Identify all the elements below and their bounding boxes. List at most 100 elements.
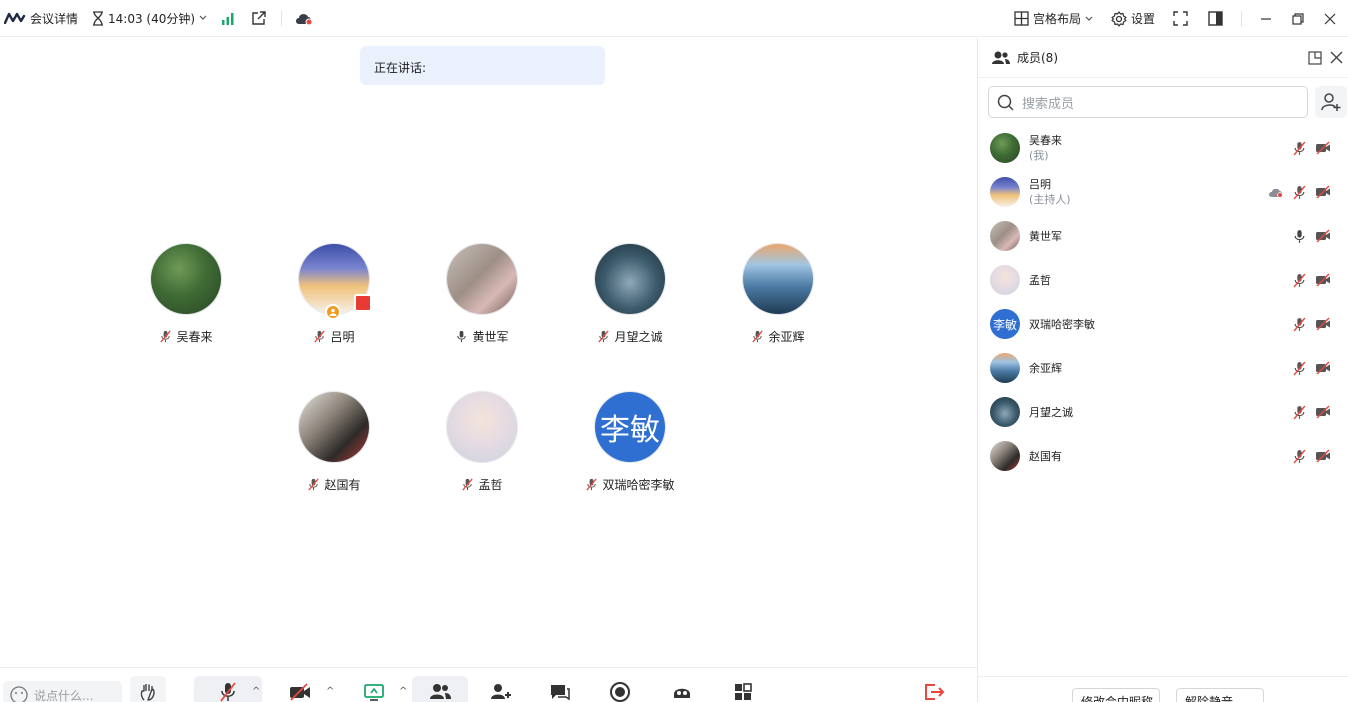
avatar: [447, 244, 517, 314]
close-panel-icon[interactable]: [1330, 51, 1343, 64]
popout-icon[interactable]: [1308, 51, 1322, 65]
member-list-item[interactable]: 赵国有: [978, 434, 1348, 478]
members-icon: [428, 682, 452, 702]
mic-off-icon: [461, 478, 474, 491]
avatar: [990, 353, 1020, 383]
member-list-item[interactable]: 吕明 (主持人): [978, 170, 1348, 214]
invite-button[interactable]: [481, 676, 521, 702]
participant-avatar: 李敏: [594, 391, 666, 463]
avatar: 李敏: [990, 309, 1020, 339]
chat-button[interactable]: [540, 676, 580, 702]
members-panel: 成员(8) 搜索成员 吴春来 (我) 吕明 (主持人) 黄世军 孟哲 李敏 双瑞…: [977, 38, 1348, 702]
gear-icon: [1111, 10, 1127, 27]
share-screen-button[interactable]: [354, 676, 394, 702]
camera-off-icon[interactable]: [1315, 317, 1331, 331]
avatar: [447, 392, 517, 462]
cloud-record-icon[interactable]: [294, 11, 314, 25]
member-list-item[interactable]: 余亚辉: [978, 346, 1348, 390]
participant-tile[interactable]: 李敏 双瑞哈密李敏: [556, 391, 704, 493]
speaking-label: 正在讲话:: [374, 61, 427, 75]
leave-icon: [923, 682, 945, 702]
camera-off-icon[interactable]: [1315, 405, 1331, 419]
leave-meeting-button[interactable]: [914, 676, 954, 702]
mic-off-icon[interactable]: [1292, 317, 1307, 332]
layout-label: 宫格布局: [1032, 12, 1081, 26]
camera-off-icon[interactable]: [1315, 141, 1331, 155]
meeting-timer[interactable]: 14:03 (40分钟): [92, 10, 207, 27]
mic-off-icon: [307, 478, 320, 491]
unmute-request-button[interactable]: 解除静音: [1176, 688, 1264, 702]
member-name: 双瑞哈密李敏: [1029, 317, 1095, 331]
raise-hand-icon: [138, 682, 158, 702]
avatar: [990, 177, 1020, 207]
cloud-record-icon: [1268, 186, 1284, 198]
mic-off-icon[interactable]: [1292, 185, 1307, 200]
member-name: 余亚辉: [1029, 361, 1062, 375]
member-list-item[interactable]: 李敏 双瑞哈密李敏: [978, 302, 1348, 346]
speaking-indicator: 正在讲话:: [360, 46, 605, 85]
more-apps-button[interactable]: [723, 676, 763, 702]
close-icon[interactable]: [1324, 13, 1336, 25]
mic-icon[interactable]: [1292, 229, 1307, 244]
participant-tile[interactable]: 吕明: [260, 243, 408, 345]
share-external-icon[interactable]: [251, 10, 267, 26]
minimize-icon[interactable]: [1260, 13, 1272, 25]
audio-options-caret-icon[interactable]: ^: [252, 686, 260, 697]
record-button[interactable]: [600, 676, 640, 702]
participant-tile[interactable]: 黄世军: [408, 243, 556, 345]
signal-strength-icon[interactable]: [221, 12, 235, 25]
host-badge-icon: [325, 304, 341, 320]
meeting-details-button[interactable]: 会议详情: [4, 10, 78, 27]
share-options-caret-icon[interactable]: ^: [399, 686, 407, 697]
participant-name: 黄世军: [408, 328, 556, 345]
video-options-caret-icon[interactable]: ^: [326, 686, 334, 697]
emoji-icon[interactable]: [10, 686, 28, 702]
search-placeholder: 搜索成员: [1022, 96, 1075, 112]
hourglass-icon: [92, 10, 104, 26]
member-list-item[interactable]: 吴春来 (我): [978, 126, 1348, 170]
participant-tile[interactable]: 赵国有: [260, 391, 408, 493]
camera-off-icon[interactable]: [1315, 273, 1331, 287]
settings-button[interactable]: 设置: [1111, 10, 1155, 27]
participant-avatar: [298, 391, 370, 463]
members-button[interactable]: [412, 676, 468, 702]
member-list-item[interactable]: 孟哲: [978, 258, 1348, 302]
chat-input[interactable]: 说点什么...: [3, 681, 122, 702]
grid-layout-icon: [1014, 11, 1029, 26]
fullscreen-icon[interactable]: [1173, 11, 1188, 26]
layout-selector[interactable]: 宫格布局: [1014, 10, 1093, 27]
participant-tile[interactable]: 月望之诚: [556, 243, 704, 345]
member-list-item[interactable]: 月望之诚: [978, 390, 1348, 434]
camera-off-icon[interactable]: [1315, 361, 1331, 375]
apps-button[interactable]: [662, 676, 702, 702]
participant-tile[interactable]: 吴春来: [112, 243, 260, 345]
mic-off-icon[interactable]: [1292, 273, 1307, 288]
mic-off-icon[interactable]: [1292, 405, 1307, 420]
member-search-input[interactable]: 搜索成员: [988, 86, 1308, 118]
member-name: 孟哲: [1029, 273, 1051, 287]
restore-window-icon[interactable]: [1292, 12, 1304, 25]
participant-name: 双瑞哈密李敏: [556, 476, 704, 493]
participant-name: 赵国有: [260, 476, 408, 493]
camera-off-icon[interactable]: [1315, 229, 1331, 243]
member-name: 吕明: [1029, 178, 1051, 191]
participant-tile[interactable]: 余亚辉: [704, 243, 852, 345]
add-user-icon: [1321, 92, 1341, 112]
invite-member-button[interactable]: [1315, 86, 1347, 118]
mic-off-icon[interactable]: [1292, 361, 1307, 376]
mic-icon: [455, 330, 468, 343]
participant-name: 余亚辉: [704, 328, 852, 345]
camera-off-icon[interactable]: [1315, 185, 1331, 199]
member-info: 黄世军: [1029, 229, 1062, 244]
mic-off-icon[interactable]: [1292, 449, 1307, 464]
rename-button[interactable]: 修改会中昵称: [1072, 688, 1160, 702]
video-toggle-button[interactable]: [280, 676, 320, 702]
sidebar-toggle-icon[interactable]: [1208, 11, 1223, 26]
member-info: 赵国有: [1029, 449, 1062, 464]
camera-off-icon[interactable]: [1315, 449, 1331, 463]
raise-hand-button[interactable]: [130, 676, 166, 702]
member-name: 赵国有: [1029, 449, 1062, 463]
mic-off-icon[interactable]: [1292, 141, 1307, 156]
member-list-item[interactable]: 黄世军: [978, 214, 1348, 258]
participant-tile[interactable]: 孟哲: [408, 391, 556, 493]
